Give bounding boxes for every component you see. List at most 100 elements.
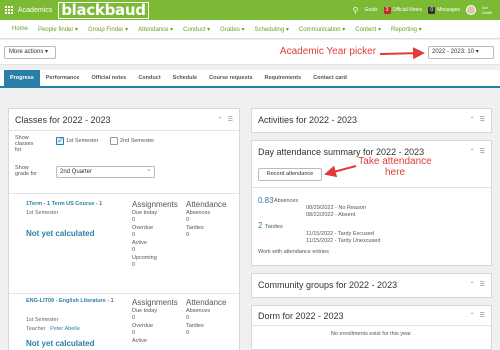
menu-icon[interactable]: ☰ [228,116,233,123]
messages-count-badge: 0 [428,6,436,14]
teacher-label: Teacher [26,326,46,332]
classes-title: Classes for 2022 - 2023 [15,115,111,125]
course-name-1[interactable]: 1Term - 1 Term US Course - 1 [26,201,130,208]
sem2-label: 2nd Semester [120,138,155,144]
nav-grades[interactable]: Grades ▾ [220,26,244,33]
menu-icon[interactable]: ☰ [480,312,485,319]
menu-icon[interactable]: ☰ [480,281,485,288]
absences-label: Absences [274,198,299,204]
goals-label: Goals [364,7,378,13]
nav-scheduling[interactable]: Scheduling ▾ [255,26,289,33]
blackbaud-logo: blackbaud [58,1,149,19]
more-actions-button[interactable]: More actions ▾ [4,46,56,59]
top-bar: Academics blackbaud ⚲ Goals 3 Official N… [0,0,500,20]
collapse-icon[interactable]: ⌃ [470,116,475,123]
app-grid-icon[interactable] [5,5,14,15]
nav-attendance[interactable]: Attendance ▾ [138,26,173,33]
nav-conduct[interactable]: Conduct ▾ [183,26,210,33]
nav-people-finder[interactable]: People finder ▾ [38,26,78,33]
upcoming-value: 0 [132,261,136,268]
absences-label: Absences [186,210,211,216]
teacher-row: Teacher Peter Abelle [26,326,80,333]
nav-content[interactable]: Content ▾ [355,26,381,33]
messages-label: Messages [437,7,460,13]
active-label: Active [132,338,147,344]
activities-title: Activities for 2022 - 2023 [258,115,358,125]
tardies-count: 2 [258,221,263,230]
dorm-title: Dorm for 2022 - 2023 [258,311,344,321]
user-name[interactable]: Ani Smith [482,5,496,15]
tardies-label: Tardies [265,224,283,230]
absences-label: Absences [186,308,211,314]
absences-value: 0 [186,216,190,223]
course-term-1: 1st Semester [26,210,59,216]
overdue-value: 0 [132,231,136,238]
nav-reporting[interactable]: Reporting ▾ [391,26,422,33]
grade-period-value: 2nd Quarter [60,169,93,175]
due-today-label: Due today [132,210,158,216]
tab-performance[interactable]: Performance [40,70,86,86]
messages-link[interactable]: 0 Messages [428,6,460,14]
tab-requirements[interactable]: Requirements [259,70,308,86]
tab-course-requests[interactable]: Course requests [203,70,258,86]
course-name-2[interactable]: ENG-LIT09 - English Literature - 1 [26,298,128,305]
tab-progress[interactable]: Progress [4,70,40,86]
assignments-heading-2: Assignments [132,298,178,307]
absence-entry: 08/22/2022 - Absent [306,212,356,218]
menu-icon[interactable]: ☰ [480,148,485,155]
menu-icon[interactable]: ☰ [480,116,485,123]
absences-value: 0 [186,314,190,321]
collapse-icon[interactable]: ⌃ [218,116,223,123]
assignments-heading-1: Assignments [132,200,178,209]
grade-not-calculated-1[interactable]: Not yet calculated [26,229,94,238]
divider [9,293,239,294]
goals-link[interactable]: Goals [364,7,377,13]
community-title: Community groups for 2022 - 2023 [258,280,398,290]
dorm-empty-message: No enrollments exist for this year. [330,331,413,337]
attendance-heading-1: Attendance [186,200,227,209]
search-icon[interactable]: ⚲ [353,6,359,15]
classes-panel: Classes for 2022 - 2023 ⌃ ☰ Show classes … [8,108,240,350]
show-classes-label: Show classes for [15,135,34,153]
nav-home[interactable]: Home [12,26,28,32]
active-value: 0 [132,246,136,253]
tab-contact-card[interactable]: Contact card [307,70,353,86]
nav-communication[interactable]: Communication ▾ [299,26,345,33]
due-today-value: 0 [132,314,136,321]
record-attendance-button[interactable]: Record attendance [258,168,322,181]
divider [252,187,491,188]
main-nav: Home People finder ▾ Group Finder ▾ Atte… [0,20,500,39]
nav-group-finder[interactable]: Group Finder ▾ [88,26,128,33]
tab-bar: Progress Performance Official notes Cond… [0,70,500,88]
sem1-checkbox[interactable] [56,136,64,145]
due-today-label: Due today [132,308,158,314]
community-groups-panel: Community groups for 2022 - 2023 ⌃ ☰ [251,273,492,298]
upcoming-label: Upcoming [132,255,157,261]
tardy-entry: 11/15/2022 - Tardy Excused [306,231,374,237]
official-notes-link[interactable]: 3 Official Notes [383,6,422,14]
work-with-attendance-link[interactable]: Work with attendance entries [258,249,329,256]
avatar[interactable] [466,5,476,15]
grade-period-select[interactable]: 2nd Quarter ⌃ [56,166,155,178]
collapse-icon[interactable]: ⌃ [470,312,475,319]
due-today-value: 0 [132,216,136,223]
teacher-link[interactable]: Peter Abelle [50,326,80,332]
tab-conduct[interactable]: Conduct [132,70,166,86]
notes-count-badge: 3 [383,6,391,14]
annotation-take-attendance: Take attendance here [358,156,432,178]
tardy-entry: 11/15/2022 - Tardy Unexcused [306,238,381,244]
attendance-heading-2: Attendance [186,298,227,307]
dorm-panel: Dorm for 2022 - 2023 ⌃ ☰ No enrollments e… [251,305,492,350]
tab-schedule[interactable]: Schedule [167,70,203,86]
academic-year-select[interactable]: 2022 - 2023: 10 ▾ [428,46,494,59]
grade-not-calculated-2[interactable]: Not yet calculated [26,339,94,348]
collapse-icon[interactable]: ⌃ [470,148,475,155]
actions-row: More actions ▾ 2022 - 2023: 10 ▾ [0,40,500,65]
activities-panel: Activities for 2022 - 2023 ⌃ ☰ [251,108,492,133]
collapse-icon[interactable]: ⌃ [470,281,475,288]
tab-official-notes[interactable]: Official notes [86,70,133,86]
app-name[interactable]: Academics [18,7,52,14]
tardies-value: 0 [186,231,190,238]
sem2-checkbox[interactable] [110,137,118,145]
sem1-label: 1st Semester [66,138,99,144]
